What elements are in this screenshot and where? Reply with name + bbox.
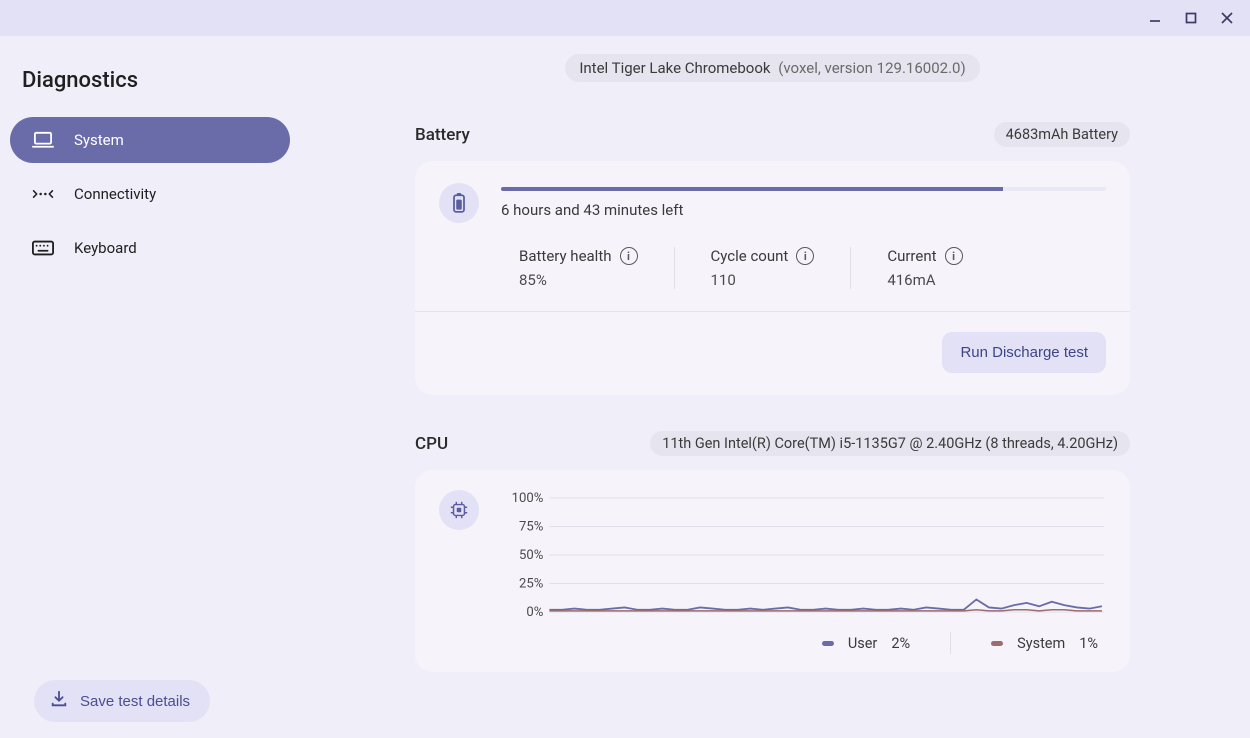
legend-system-label: System [1017,635,1065,652]
download-icon [50,690,68,712]
minimize-button[interactable] [1140,3,1170,33]
battery-health-value: 85% [519,271,638,289]
cpu-card: 100% 75% 50% 25% 0% User 2% System 1% [415,470,1130,672]
maximize-button[interactable] [1176,3,1206,33]
keyboard-icon [32,240,54,256]
battery-card: 6 hours and 43 minutes left Battery heal… [415,161,1130,395]
legend-user-value: 2% [891,635,910,652]
info-icon[interactable]: i [945,247,963,265]
cpu-model-chip: 11th Gen Intel(R) Core(TM) i5-1135G7 @ 2… [650,431,1130,456]
device-version: (voxel, version 129.16002.0) [778,59,965,77]
battery-health-label: Battery health [519,247,612,265]
save-button-label: Save test details [80,693,190,710]
sidebar: Diagnostics System Connectivity Keyboard [0,36,300,738]
svg-text:0%: 0% [526,605,543,620]
battery-title: Battery [415,125,470,145]
cpu-section-header: CPU 11th Gen Intel(R) Core(TM) i5-1135G7… [415,431,1130,456]
sidebar-item-keyboard[interactable]: Keyboard [10,225,290,271]
page-title: Diagnostics [22,68,278,93]
battery-time-left: 6 hours and 43 minutes left [501,201,1106,219]
sidebar-item-system[interactable]: System [10,117,290,163]
svg-text:50%: 50% [519,548,543,563]
cycle-count-label: Cycle count [711,247,789,265]
connectivity-icon [32,187,54,201]
sidebar-item-label: System [74,131,124,149]
cpu-usage-chart: 100% 75% 50% 25% 0% [501,490,1106,620]
run-discharge-test-button[interactable]: Run Discharge test [942,332,1106,373]
laptop-icon [32,131,54,149]
svg-text:25%: 25% [519,577,543,592]
battery-capacity-chip: 4683mAh Battery [994,122,1130,147]
save-test-details-button[interactable]: Save test details [34,680,210,722]
sidebar-item-label: Connectivity [74,185,156,203]
battery-progress [501,187,1106,191]
device-name: Intel Tiger Lake Chromebook [579,59,770,77]
battery-section-header: Battery 4683mAh Battery [415,122,1130,147]
sidebar-item-connectivity[interactable]: Connectivity [10,171,290,217]
cycle-count-value: 110 [711,271,815,289]
current-label: Current [887,247,936,265]
legend-swatch-system [991,641,1003,646]
chip-icon [439,490,479,530]
cpu-legend: User 2% System 1% [501,620,1106,654]
sidebar-item-label: Keyboard [74,239,137,257]
cpu-title: CPU [415,434,448,454]
legend-system-value: 1% [1079,635,1098,652]
svg-text:75%: 75% [519,520,543,535]
info-icon[interactable]: i [620,247,638,265]
close-button[interactable] [1212,3,1242,33]
titlebar [0,0,1250,36]
info-icon[interactable]: i [796,247,814,265]
legend-user-label: User [848,635,878,652]
device-info-chip: Intel Tiger Lake Chromebook (voxel, vers… [565,54,979,82]
battery-icon [439,183,479,223]
svg-text:100%: 100% [512,491,544,506]
legend-swatch-user [822,641,834,646]
current-value: 416mA [887,271,962,289]
main-content: Intel Tiger Lake Chromebook (voxel, vers… [300,36,1250,738]
